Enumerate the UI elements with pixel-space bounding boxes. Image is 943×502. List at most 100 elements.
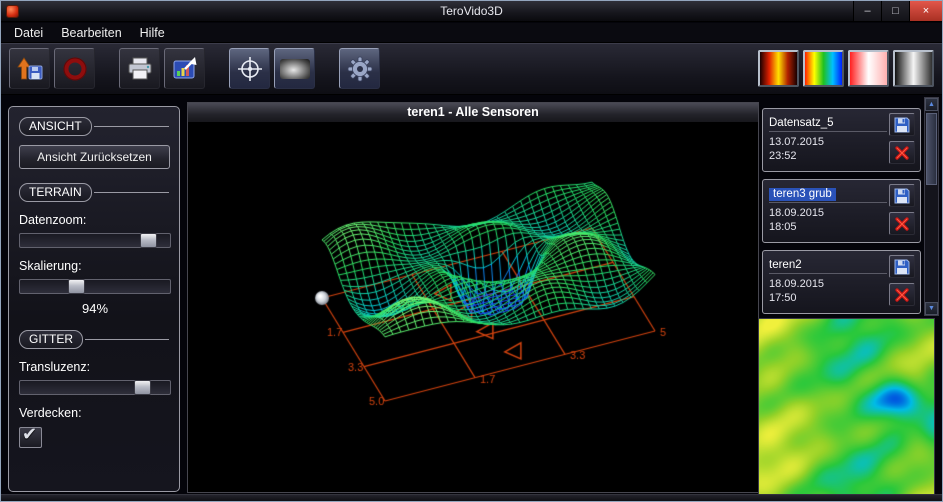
transluzenz-slider[interactable] <box>19 380 171 395</box>
slider-handle[interactable] <box>68 279 85 294</box>
menubar: Datei Bearbeiten Hilfe <box>1 23 942 43</box>
dataset-card: Datensatz_5 13.07.2015 23:52 <box>762 108 921 172</box>
dataset-date: 18.09.2015 <box>769 277 887 291</box>
datenzoom-label: Datenzoom: <box>19 213 169 227</box>
app-window: TeroVido3D – □ × Datei Bearbeiten Hilfe <box>0 0 943 502</box>
scrollbar-track[interactable] <box>925 111 938 302</box>
dataset-buttons <box>887 113 917 167</box>
dataset-time: 18:05 <box>769 220 887 234</box>
palette-grayscale-button[interactable] <box>893 50 934 87</box>
export-chart-button[interactable] <box>164 48 205 89</box>
floppy-icon <box>893 258 911 276</box>
group-label-terrain: TERRAIN <box>19 183 92 202</box>
heatmap-preview <box>758 318 935 500</box>
titlebar: TeroVido3D – □ × <box>1 1 942 22</box>
window-controls: – □ × <box>853 1 942 21</box>
statusbar <box>1 494 942 501</box>
toolbar <box>1 43 942 95</box>
dataset-name-row: teren2 <box>769 255 887 274</box>
settings-button[interactable] <box>339 48 380 89</box>
dataset-info: teren2 18.09.2015 17:50 <box>769 255 887 309</box>
dataset-name[interactable]: teren3 grub <box>769 188 836 201</box>
group-label-ansicht: ANSICHT <box>19 117 92 136</box>
dataset-load-button[interactable] <box>889 255 915 278</box>
skalierung-label: Skalierung: <box>19 259 169 273</box>
window-title: TeroVido3D <box>1 4 942 18</box>
group-label-gitter: GITTER <box>19 330 83 349</box>
dataset-name[interactable]: Datensatz_5 <box>769 117 836 131</box>
dataset-card: teren2 18.09.2015 17:50 <box>762 250 921 314</box>
dataset-delete-button[interactable] <box>889 212 915 235</box>
gear-icon <box>346 55 374 83</box>
open-file-icon <box>16 55 44 83</box>
skalierung-slider[interactable] <box>19 279 171 294</box>
print-button[interactable] <box>119 48 160 89</box>
open-file-button[interactable] <box>9 48 50 89</box>
center-view-button[interactable] <box>229 48 270 89</box>
dataset-name-row: teren3 grub <box>769 184 887 203</box>
printer-icon <box>126 55 154 83</box>
delete-x-icon <box>893 286 911 304</box>
record-icon <box>61 55 89 83</box>
reset-view-button[interactable]: Ansicht Zurücksetzen <box>19 145 170 169</box>
maximize-button[interactable]: □ <box>881 1 909 21</box>
group-ansicht: ANSICHT <box>19 117 169 136</box>
dataset-delete-button[interactable] <box>889 141 915 164</box>
menu-datei[interactable]: Datei <box>5 24 52 42</box>
verdecken-label: Verdecken: <box>19 406 169 420</box>
dataset-time: 17:50 <box>769 291 887 305</box>
delete-x-icon <box>893 215 911 233</box>
dataset-name[interactable]: teren2 <box>769 259 804 273</box>
preview-3d-icon <box>280 59 310 79</box>
dataset-load-button[interactable] <box>889 184 915 207</box>
dataset-date: 18.09.2015 <box>769 206 887 220</box>
menu-hilfe[interactable]: Hilfe <box>131 24 174 42</box>
dataset-info: Datensatz_5 13.07.2015 23:52 <box>769 113 887 167</box>
transluzenz-label: Transluzenz: <box>19 360 169 374</box>
verdecken-checkbox[interactable]: ✔ <box>19 427 42 448</box>
palette-red-white-button[interactable] <box>848 50 889 87</box>
view-settings-panel: ANSICHT Ansicht Zurücksetzen TERRAIN Dat… <box>8 106 180 492</box>
preview-3d-button[interactable] <box>274 48 315 89</box>
scrollbar-thumb[interactable] <box>926 113 937 185</box>
scroll-up-icon[interactable]: ▲ <box>925 98 938 111</box>
dataset-time: 23:52 <box>769 149 887 163</box>
plot-area: teren1 - Alle Sensoren <box>187 102 759 493</box>
dataset-info: teren3 grub 18.09.2015 18:05 <box>769 184 887 238</box>
floppy-icon <box>893 187 911 205</box>
plot-title: teren1 - Alle Sensoren <box>188 103 758 122</box>
skalierung-percent: 94% <box>19 301 171 316</box>
datenzoom-slider[interactable] <box>19 233 171 248</box>
group-gitter: GITTER <box>19 330 169 349</box>
dataset-date: 13.07.2015 <box>769 135 887 149</box>
slider-handle[interactable] <box>134 380 151 395</box>
slider-handle[interactable] <box>140 233 157 248</box>
floppy-icon <box>893 116 911 134</box>
scroll-down-icon[interactable]: ▼ <box>925 302 938 315</box>
dataset-buttons <box>887 184 917 238</box>
export-chart-icon <box>171 55 199 83</box>
dataset-buttons <box>887 255 917 309</box>
dataset-scrollbar: ▲ ▼ <box>924 97 939 316</box>
dataset-name-row: Datensatz_5 <box>769 113 887 132</box>
group-rule <box>94 126 169 127</box>
delete-x-icon <box>893 144 911 162</box>
check-icon: ✔ <box>22 424 37 445</box>
minimize-button[interactable]: – <box>853 1 881 21</box>
dataset-card: teren3 grub 18.09.2015 18:05 <box>762 179 921 243</box>
group-rule <box>85 339 169 340</box>
palette-rainbow-button[interactable] <box>803 50 844 87</box>
group-rule <box>94 192 169 193</box>
palette-hot-button[interactable] <box>758 50 799 87</box>
crosshair-icon <box>236 55 264 83</box>
heatmap-canvas[interactable] <box>759 319 934 499</box>
record-button[interactable] <box>54 48 95 89</box>
group-terrain: TERRAIN <box>19 183 169 202</box>
menu-bearbeiten[interactable]: Bearbeiten <box>52 24 130 42</box>
close-button[interactable]: × <box>909 1 942 21</box>
surface-canvas[interactable] <box>188 122 758 492</box>
app-icon <box>6 5 19 18</box>
dataset-load-button[interactable] <box>889 113 915 136</box>
dataset-list: Datensatz_5 13.07.2015 23:52 <box>762 108 921 314</box>
dataset-delete-button[interactable] <box>889 283 915 306</box>
